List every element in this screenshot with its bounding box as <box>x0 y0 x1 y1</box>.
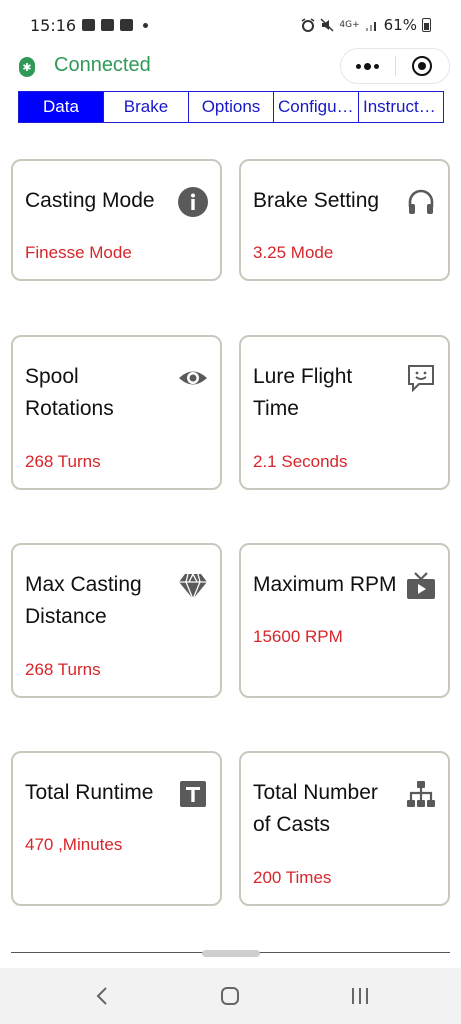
tab-data[interactable]: Data <box>19 92 103 122</box>
miniprogram-capsule <box>340 48 450 84</box>
connection-status: Connected <box>54 54 151 76</box>
tab-bar: Data Brake Options Configuration Instruc… <box>18 91 444 123</box>
diamond-icon <box>179 573 207 600</box>
spool-rotations-card[interactable]: Spool Rotations 268 Turns <box>11 335 222 490</box>
card-value: 3.25 Mode <box>253 243 334 262</box>
smile-message-icon <box>408 365 434 393</box>
tv-icon <box>407 572 435 599</box>
recents-button[interactable] <box>330 968 390 1024</box>
card-value: 15600 RPM <box>253 627 343 646</box>
battery-icon <box>422 18 431 32</box>
card-title: Spool Rotations <box>25 365 114 420</box>
tab-brake[interactable]: Brake <box>103 92 188 122</box>
home-square-icon <box>221 987 239 1005</box>
signal-icon <box>365 22 376 31</box>
total-runtime-card[interactable]: Total Runtime 470 ,Minutes <box>11 751 222 906</box>
status-left: 15:16 <box>30 15 149 35</box>
battery-percent: 61% <box>383 16 417 34</box>
more-notifications-icon <box>143 22 149 28</box>
more-menu-button[interactable] <box>341 48 395 84</box>
target-icon <box>412 56 433 76</box>
network-type: 4G+ <box>339 19 360 30</box>
home-button[interactable] <box>200 968 260 1024</box>
maximum-rpm-card[interactable]: Maximum RPM 15600 RPM <box>239 543 450 698</box>
card-title: Lure Flight Time <box>253 365 353 420</box>
tab-configuration[interactable]: Configuration <box>273 92 358 122</box>
card-value: 470 ,Minutes <box>25 835 123 854</box>
tab-label: Instructions <box>363 97 439 116</box>
card-value: 200 Times <box>253 868 332 887</box>
scroll-indicator <box>202 950 260 957</box>
brake-setting-card[interactable]: Brake Setting 3.25 Mode <box>239 159 450 281</box>
card-value: 268 Turns <box>25 452 101 471</box>
tab-label: Options <box>201 97 261 116</box>
tab-label: Data <box>43 97 79 116</box>
card-title: Total Number of Casts <box>253 781 378 836</box>
status-time: 15:16 <box>30 15 77 35</box>
card-title: Brake Setting <box>253 189 380 212</box>
system-nav-bar <box>0 968 461 1024</box>
card-value: Finesse Mode <box>25 243 132 262</box>
lure-flight-time-card[interactable]: Lure Flight Time 2.1 Seconds <box>239 335 450 490</box>
status-right: 4G+ 61% <box>301 16 431 34</box>
close-miniprogram-button[interactable] <box>395 48 449 84</box>
back-button[interactable] <box>72 968 132 1024</box>
total-number-of-casts-card[interactable]: Total Number of Casts 200 Times <box>239 751 450 906</box>
teams-notification-icon <box>101 19 115 31</box>
tab-options[interactable]: Options <box>188 92 273 122</box>
chevron-left-icon <box>96 987 107 1005</box>
card-value: 268 Turns <box>25 660 101 679</box>
max-casting-distance-card[interactable]: Max Casting Distance 268 Turns <box>11 543 222 698</box>
card-title: Max Casting Distance <box>25 573 142 628</box>
text-t-icon <box>180 781 206 807</box>
status-bar: 15:16 4G+ 61% <box>0 0 461 50</box>
tab-label: Configuration <box>278 97 354 116</box>
casting-mode-card[interactable]: Casting Mode Finesse Mode <box>11 159 222 281</box>
bluetooth-icon: ✱ <box>19 57 35 77</box>
outlook-notification-icon <box>120 19 134 31</box>
headphones-icon <box>408 189 434 214</box>
hierarchy-icon <box>407 781 435 807</box>
mute-icon <box>320 18 334 32</box>
recents-icon <box>352 988 368 1004</box>
connection-header: ✱ Connected <box>0 48 461 86</box>
tab-label: Brake <box>123 97 169 116</box>
gallery-notification-icon <box>82 19 96 31</box>
eye-icon <box>179 371 207 385</box>
tab-instructions[interactable]: Instructions <box>358 92 443 122</box>
card-value: 2.1 Seconds <box>253 452 348 471</box>
card-title: Total Runtime <box>25 781 154 804</box>
card-title: Casting Mode <box>25 189 155 212</box>
alarm-icon <box>301 18 315 32</box>
info-icon <box>178 187 208 217</box>
